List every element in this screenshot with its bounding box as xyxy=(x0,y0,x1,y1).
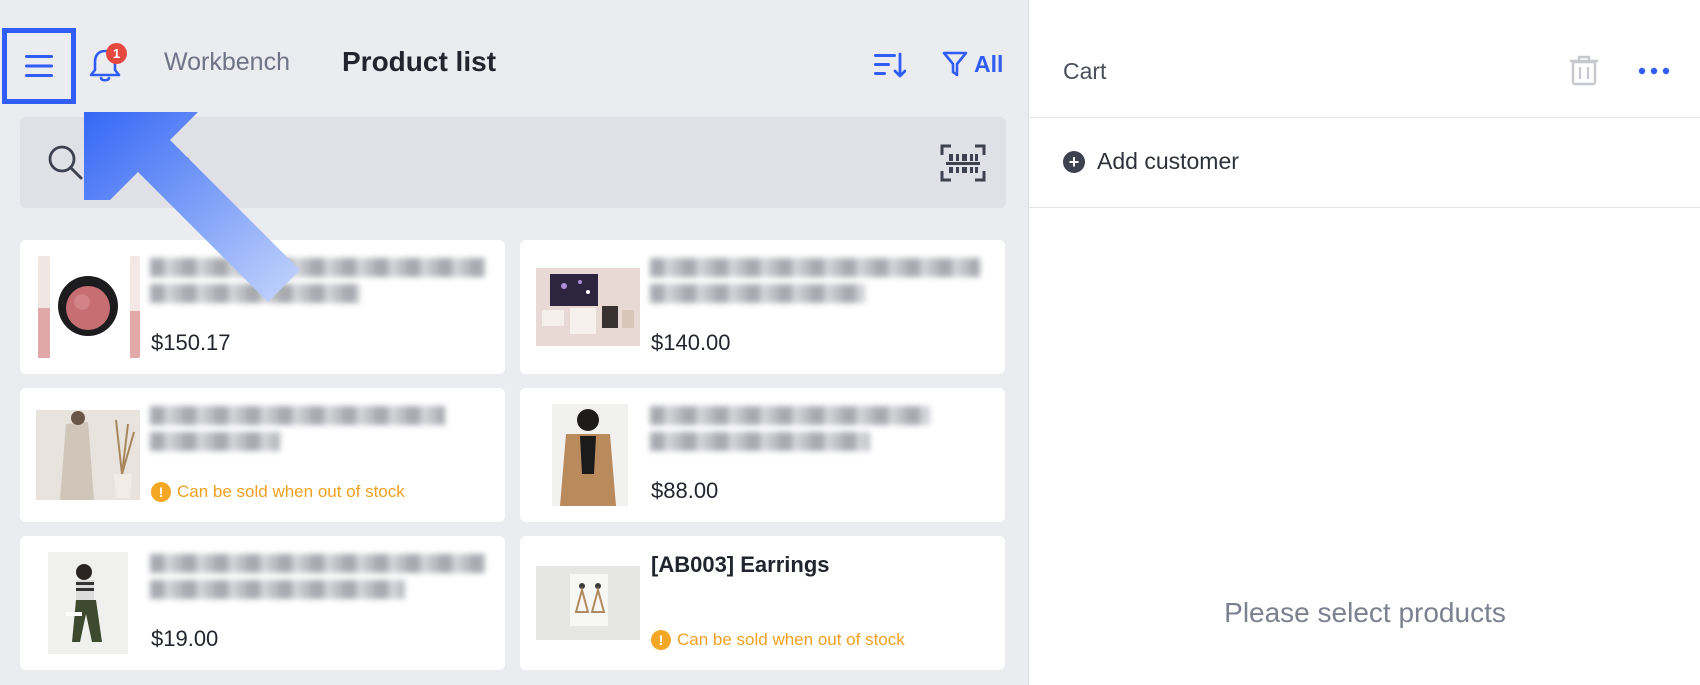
search-input[interactable] xyxy=(104,137,804,187)
sort-icon[interactable] xyxy=(872,50,906,80)
plus-circle-icon: + xyxy=(1063,150,1085,173)
product-card[interactable]: $140.00 xyxy=(520,240,1005,374)
filter-button[interactable]: All xyxy=(942,50,1003,78)
product-image xyxy=(536,566,640,640)
product-name-blurred xyxy=(650,258,990,310)
product-image xyxy=(36,256,140,358)
search-icon xyxy=(48,145,83,180)
more-dots-icon[interactable] xyxy=(1637,60,1671,82)
product-name-blurred xyxy=(150,554,490,606)
product-name-blurred xyxy=(150,406,490,458)
add-customer-label: Add customer xyxy=(1097,148,1239,174)
divider xyxy=(1029,207,1700,208)
product-price: $140.00 xyxy=(651,330,731,355)
trash-icon[interactable] xyxy=(1569,54,1599,86)
product-image xyxy=(48,552,128,654)
cart-title: Cart xyxy=(1063,58,1107,84)
product-image xyxy=(36,410,140,500)
search-bar[interactable] xyxy=(20,117,1006,208)
tab-product-list[interactable]: Product list xyxy=(342,46,496,78)
hamburger-icon xyxy=(25,55,53,77)
product-name-blurred xyxy=(150,258,490,310)
product-card[interactable]: $88.00 xyxy=(520,388,1005,522)
funnel-icon xyxy=(942,51,968,77)
add-customer-button[interactable]: + Add customer xyxy=(1063,148,1239,175)
product-price: $19.00 xyxy=(151,626,219,651)
product-card[interactable]: ! Can be sold when out of stock xyxy=(20,388,505,522)
menu-button[interactable] xyxy=(2,28,76,104)
product-panel: 1 Workbench Product list All Search $150… xyxy=(0,0,1028,685)
filter-label: All xyxy=(974,50,1004,77)
stock-warning: ! Can be sold when out of stock xyxy=(651,630,905,650)
product-price: $150.17 xyxy=(151,330,231,355)
stock-warning-text: Can be sold when out of stock xyxy=(177,482,405,501)
product-price: $88.00 xyxy=(651,478,719,503)
divider xyxy=(1029,117,1700,118)
cart-empty-message: Please select products xyxy=(1224,597,1506,628)
product-card[interactable]: $19.00 xyxy=(20,536,505,670)
product-card[interactable]: [AB003] Earrings ! Can be sold when out … xyxy=(520,536,1005,670)
notification-badge: 1 xyxy=(106,43,127,64)
product-image xyxy=(552,404,628,506)
product-card[interactable]: $150.17 xyxy=(20,240,505,374)
stock-warning: ! Can be sold when out of stock xyxy=(151,482,405,502)
tab-workbench[interactable]: Workbench xyxy=(164,48,290,77)
stock-warning-text: Can be sold when out of stock xyxy=(677,630,905,649)
cart-panel: Cart + Add customer Please select produc… xyxy=(1028,0,1700,685)
product-name: [AB003] Earrings xyxy=(651,552,830,577)
product-image xyxy=(536,268,640,346)
exclamation-circle-icon: ! xyxy=(151,482,171,502)
barcode-scan-icon[interactable] xyxy=(940,143,986,183)
exclamation-circle-icon: ! xyxy=(651,630,671,650)
product-name-blurred xyxy=(650,406,990,458)
